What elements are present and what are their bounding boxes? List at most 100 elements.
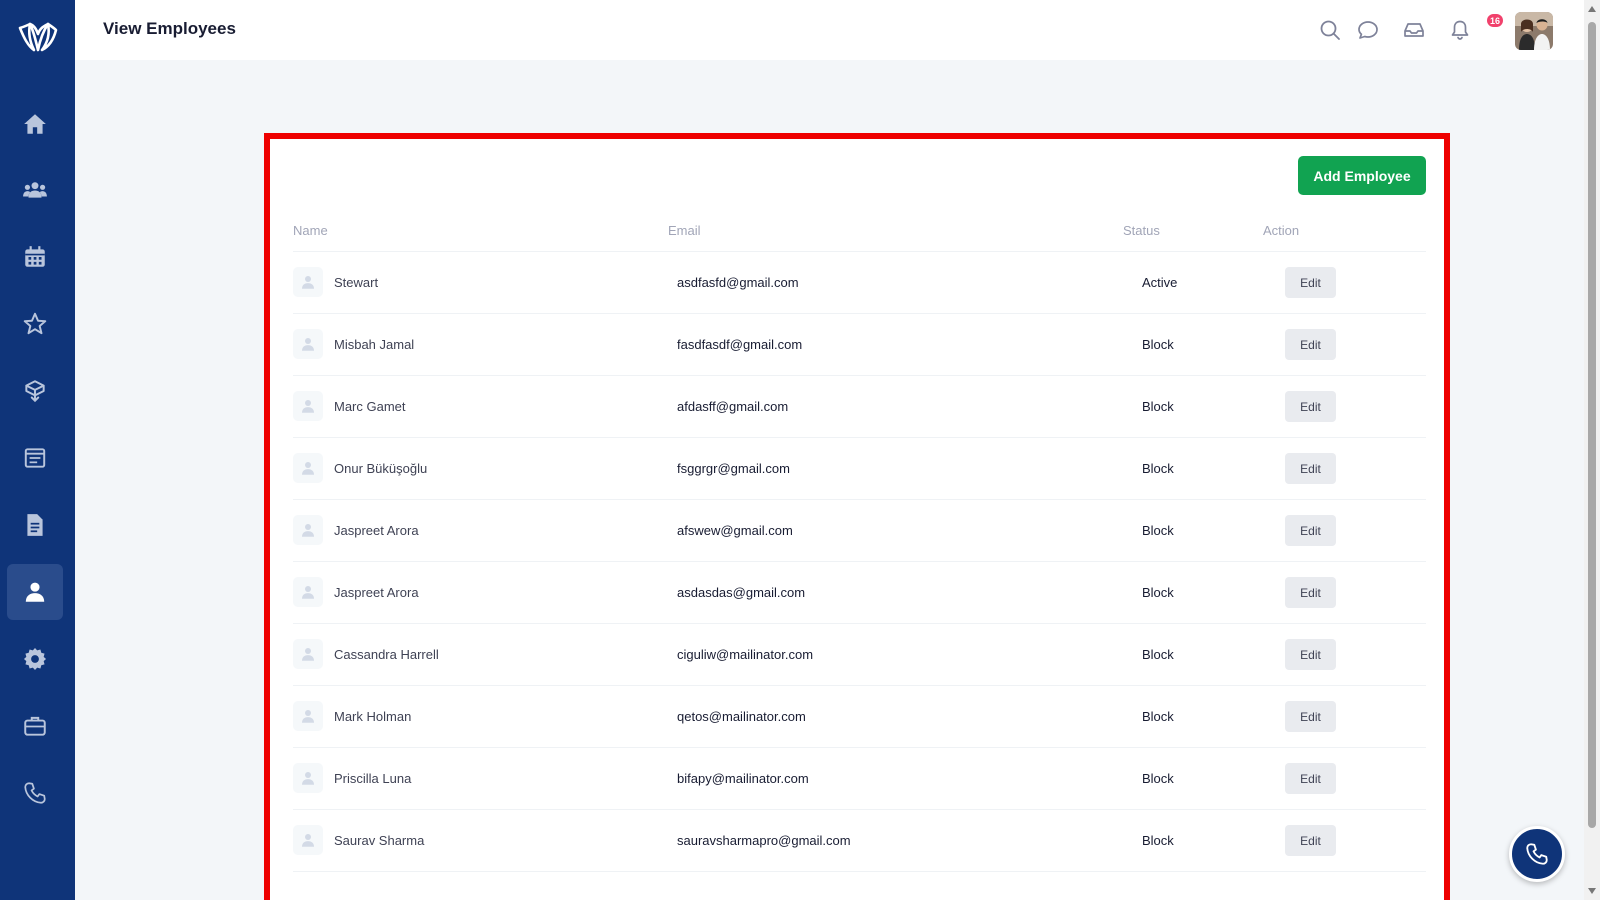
table-row: Jaspreet Arora afswew@gmail.com Block Edit [293, 500, 1426, 562]
edit-button[interactable]: Edit [1285, 515, 1336, 546]
star-icon [23, 312, 47, 335]
top-bar: View Employees 16 [75, 0, 1584, 60]
employee-email: afdasff@gmail.com [677, 399, 789, 414]
avatar-placeholder-icon [293, 453, 323, 483]
avatar-placeholder-icon [293, 391, 323, 421]
document-icon [27, 514, 43, 536]
employee-email: afswew@gmail.com [677, 523, 793, 538]
home-icon [24, 114, 46, 134]
employee-email: qetos@mailinator.com [677, 709, 806, 724]
page-scrollbar[interactable] [1584, 0, 1600, 900]
employee-name: Mark Holman [334, 709, 412, 724]
employee-email: sauravsharmapro@gmail.com [677, 833, 851, 848]
briefcase-icon [24, 716, 46, 736]
column-header-status: Status [1123, 223, 1160, 238]
add-employee-button[interactable]: Add Employee [1298, 156, 1426, 195]
employee-name: Priscilla Luna [334, 771, 412, 786]
employee-status: Block [1142, 461, 1174, 476]
board-icon [24, 448, 46, 468]
employee-email: ciguliw@mailinator.com [677, 647, 814, 662]
edit-button[interactable]: Edit [1285, 639, 1336, 670]
table-row: Cassandra Harrell ciguliw@mailinator.com B… [293, 624, 1426, 686]
calendar-icon [25, 246, 45, 267]
edit-button[interactable]: Edit [1285, 763, 1336, 794]
notification-badge: 16 [1486, 13, 1505, 28]
scroll-down-arrow-icon[interactable] [1588, 888, 1596, 894]
table-row: Saurav Sharma sauravsharmapro@gmail.com Bl… [293, 810, 1426, 872]
employee-name: Jaspreet Arora [334, 585, 419, 600]
chat-icon[interactable] [1356, 18, 1380, 42]
sidebar-item-calls[interactable] [7, 765, 63, 821]
scroll-up-arrow-icon[interactable] [1588, 6, 1596, 12]
table-row: Marc Gamet afdasff@gmail.com Block Edit [293, 376, 1426, 438]
sidebar-item-calendar[interactable] [7, 229, 63, 285]
page-title: View Employees [103, 19, 236, 38]
sidebar-item-teams[interactable] [7, 162, 63, 218]
sidebar-item-inventory[interactable] [7, 363, 63, 419]
edit-button[interactable]: Edit [1285, 391, 1336, 422]
employee-email: bifapy@mailinator.com [677, 771, 809, 786]
sidebar-item-board[interactable] [7, 430, 63, 486]
edit-button[interactable]: Edit [1285, 577, 1336, 608]
avatar-placeholder-icon [293, 639, 323, 669]
scroll-thumb[interactable] [1588, 22, 1596, 828]
table-row: Misbah Jamal fasdfasdf@gmail.com Block Edit [293, 314, 1426, 376]
users-icon [23, 182, 47, 198]
employee-name: Saurav Sharma [334, 833, 425, 848]
avatar-placeholder-icon [293, 267, 323, 297]
employee-email: asdasdas@gmail.com [677, 585, 806, 600]
sidebar-item-jobs[interactable] [7, 698, 63, 754]
edit-button[interactable]: Edit [1285, 267, 1336, 298]
employee-name: Marc Gamet [334, 399, 406, 414]
brand-logo-icon[interactable] [14, 16, 62, 56]
bell-icon[interactable] [1448, 18, 1472, 42]
sidebar-item-home[interactable] [7, 96, 63, 152]
edit-button[interactable]: Edit [1285, 701, 1336, 732]
employee-status: Block [1142, 833, 1174, 848]
table-row: Stewart asdfasfd@gmail.com Active Edit [293, 252, 1426, 314]
sidebar-item-settings[interactable] [7, 631, 63, 687]
inbox-icon[interactable] [1402, 18, 1426, 42]
edit-button[interactable]: Edit [1285, 825, 1336, 856]
floating-call-button[interactable] [1509, 826, 1565, 882]
column-header-email: Email [668, 223, 701, 238]
table-row: Jaspreet Arora asdasdas@gmail.com Block Edi… [293, 562, 1426, 624]
employee-email: fasdfasdf@gmail.com [677, 337, 803, 352]
employee-status: Block [1142, 523, 1174, 538]
employee-email: asdfasfd@gmail.com [677, 275, 799, 290]
sidebar-item-documents[interactable] [7, 497, 63, 553]
employee-name: Stewart [334, 275, 379, 290]
avatar-placeholder-icon [293, 701, 323, 731]
employee-email: fsggrgr@gmail.com [677, 461, 790, 476]
sidebar-item-favorites[interactable] [7, 296, 63, 352]
sidebar-item-employees[interactable] [7, 564, 63, 620]
table-row: Onur Büküşoğlu fsggrgr@gmail.com Block Edit [293, 438, 1426, 500]
column-header-name: Name [293, 223, 328, 238]
avatar-placeholder-icon [293, 577, 323, 607]
employee-status: Block [1142, 647, 1174, 662]
phone-icon [24, 782, 46, 804]
edit-button[interactable]: Edit [1285, 329, 1336, 360]
table-row: Mark Holman qetos@mailinator.com Block Edit [293, 686, 1426, 748]
avatar-placeholder-icon [293, 825, 323, 855]
column-header-action: Action [1263, 223, 1300, 238]
avatar-placeholder-icon [293, 329, 323, 359]
employee-status: Block [1142, 337, 1174, 352]
employee-status: Block [1142, 709, 1174, 724]
employees-card: Add Employee Name Email Status Action St… [264, 133, 1450, 900]
phone-icon [1526, 843, 1548, 865]
search-icon[interactable] [1318, 18, 1342, 42]
employee-name: Misbah Jamal [334, 337, 415, 352]
avatar-placeholder-icon [293, 763, 323, 793]
user-avatar[interactable] [1515, 12, 1553, 50]
sidebar [0, 0, 75, 900]
table-row: Priscilla Luna bifapy@mailinator.com Block… [293, 748, 1426, 810]
employee-status: Block [1142, 399, 1174, 414]
gear-icon [23, 647, 47, 671]
user-icon [25, 582, 45, 602]
employee-status: Block [1142, 585, 1174, 600]
employee-status: Active [1142, 275, 1178, 290]
employee-name: Cassandra Harrell [334, 647, 439, 662]
box-icon [25, 380, 45, 403]
edit-button[interactable]: Edit [1285, 453, 1336, 484]
